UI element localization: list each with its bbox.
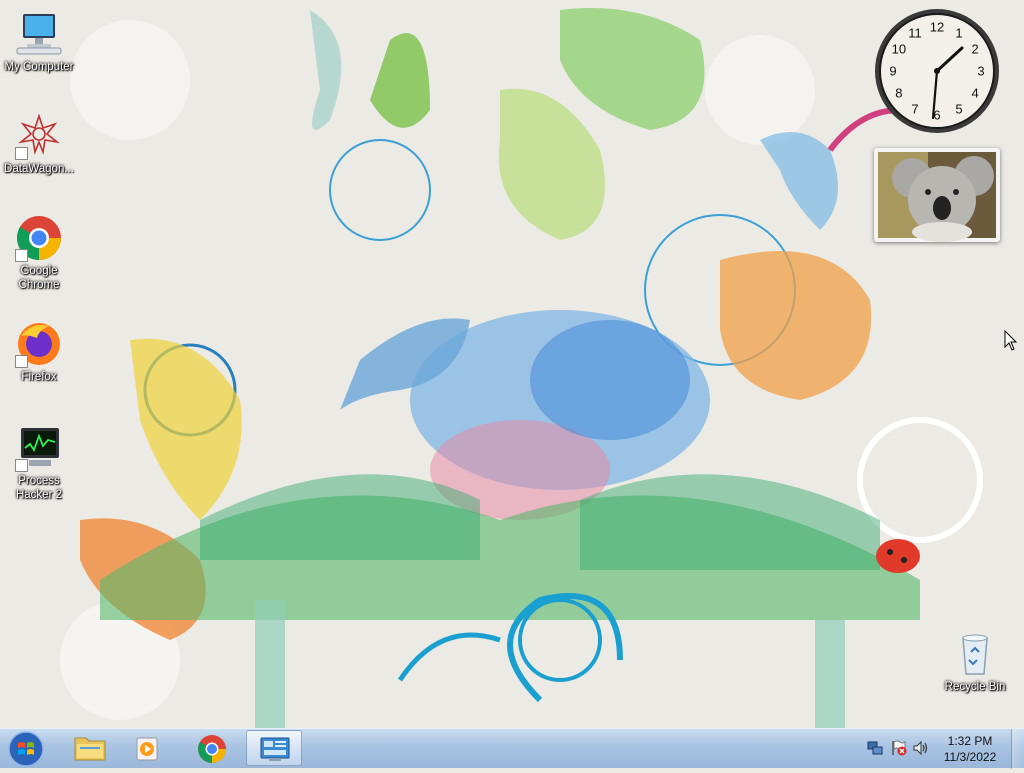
taskbar-button-control-panel[interactable] [246, 730, 302, 766]
koala-photo [878, 152, 996, 242]
desktop-icon-firefox[interactable]: Firefox [0, 320, 78, 384]
recycle-bin-icon [951, 630, 999, 678]
clock-numeral: 2 [971, 42, 978, 57]
clock-numeral: 4 [971, 86, 978, 101]
clock-numeral: 8 [895, 86, 902, 101]
photo-gadget[interactable] [874, 148, 1000, 242]
taskbar-button-media-player[interactable] [120, 730, 176, 766]
network-icon[interactable] [866, 739, 884, 757]
start-button[interactable] [4, 730, 48, 768]
clock-gadget[interactable]: 12 1 2 3 4 5 6 7 8 9 10 11 [872, 6, 1002, 136]
clock-numeral: 12 [930, 20, 944, 35]
desktop-icon-google-chrome[interactable]: Google Chrome [0, 214, 78, 292]
chrome-icon [198, 735, 226, 763]
desktop-icon-label: My Computer [4, 61, 74, 73]
clock-numeral: 7 [911, 102, 918, 117]
desktop-icon-label: Process Hacker 2 [15, 475, 63, 501]
chrome-icon [15, 214, 63, 262]
clock-numeral: 3 [977, 64, 984, 79]
desktop-icon-datawagon[interactable]: DataWagon... [0, 112, 78, 176]
clock-numeral: 10 [892, 42, 906, 57]
taskbar-button-chrome[interactable] [184, 730, 240, 766]
taskbar-button-explorer[interactable] [62, 730, 118, 766]
windows-explorer-icon [74, 737, 106, 761]
clock-numeral: 5 [955, 102, 962, 117]
tray-date[interactable]: 11/3/2022 [930, 750, 1010, 764]
shortcut-arrow-icon [15, 355, 28, 368]
desktop-icon-process-hacker[interactable]: Process Hacker 2 [0, 424, 78, 502]
shortcut-arrow-icon [15, 459, 28, 472]
volume-icon[interactable] [912, 739, 930, 757]
desktop-icon-my-computer[interactable]: My Computer [0, 10, 78, 74]
process-hacker-icon [15, 424, 63, 472]
shortcut-arrow-icon [15, 147, 28, 160]
shortcut-arrow-icon [15, 249, 28, 262]
clock-numeral: 1 [955, 25, 962, 40]
control-panel-icon [260, 737, 290, 761]
mouse-cursor-icon [1004, 330, 1018, 351]
clock-numeral: 9 [889, 64, 896, 79]
firefox-icon [15, 320, 63, 368]
desktop-wallpaper [0, 0, 1024, 728]
action-center-flag-icon[interactable] [890, 739, 908, 757]
datawagon-icon [15, 112, 63, 160]
taskbar: 1:32 PM 11/3/2022 [0, 728, 1024, 769]
tray-time[interactable]: 1:32 PM [930, 734, 1010, 748]
clock-numeral: 11 [908, 25, 922, 40]
desktop-icon-label: Firefox [21, 371, 57, 383]
show-desktop-button[interactable] [1011, 729, 1024, 769]
desktop-icon-label: Recycle Bin [944, 681, 1006, 693]
desktop-icon-label: DataWagon... [4, 163, 74, 175]
computer-icon [15, 10, 63, 58]
system-tray: 1:32 PM 11/3/2022 [862, 729, 1024, 769]
desktop-icon-recycle-bin[interactable]: Recycle Bin [936, 630, 1014, 694]
media-player-icon [136, 737, 158, 761]
desktop-icon-label: Google Chrome [18, 265, 60, 291]
